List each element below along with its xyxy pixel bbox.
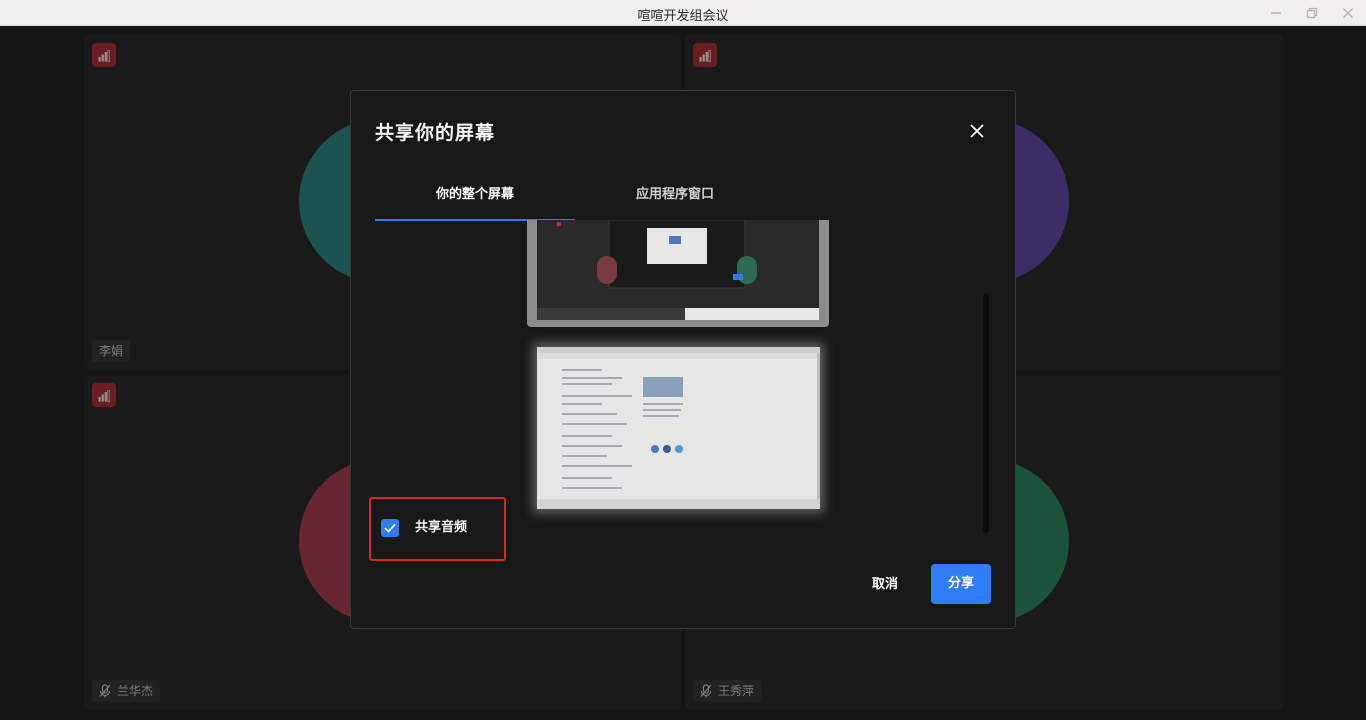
checkmark-icon	[384, 523, 396, 533]
cancel-button[interactable]: 取消	[859, 565, 911, 605]
scrollbar[interactable]	[983, 293, 989, 533]
screen-thumbnail[interactable]	[527, 220, 829, 327]
screen-preview-image	[537, 220, 819, 320]
share-button[interactable]: 分享	[931, 564, 991, 604]
close-icon[interactable]	[1336, 3, 1360, 23]
window-title: 喧喧开发组会议	[637, 9, 729, 24]
tab-application-window[interactable]: 应用程序窗口	[575, 175, 775, 220]
screen-preview	[537, 220, 819, 320]
close-icon[interactable]	[963, 117, 991, 145]
share-audio-label: 共享音频	[415, 520, 468, 535]
dialog-title: 共享你的屏幕	[375, 122, 496, 144]
share-source-tabs: 你的整个屏幕 应用程序窗口	[375, 175, 775, 221]
title-bar: 喧喧开发组会议	[0, 0, 1366, 26]
screen-thumbnail-list[interactable]	[351, 220, 1017, 530]
scrollbar-thumb[interactable]	[983, 293, 989, 533]
share-screen-dialog: 共享你的屏幕 你的整个屏幕 应用程序窗口 共享音频 取消 分享	[350, 90, 1016, 629]
minimize-icon[interactable]	[1264, 3, 1288, 23]
screen-preview-image	[537, 347, 820, 509]
tab-entire-screen[interactable]: 你的整个屏幕	[375, 175, 575, 221]
screen-thumbnail[interactable]	[537, 347, 820, 509]
share-audio-option: 共享音频	[369, 497, 506, 561]
restore-icon[interactable]	[1300, 3, 1324, 23]
share-audio-checkbox[interactable]	[381, 519, 399, 537]
